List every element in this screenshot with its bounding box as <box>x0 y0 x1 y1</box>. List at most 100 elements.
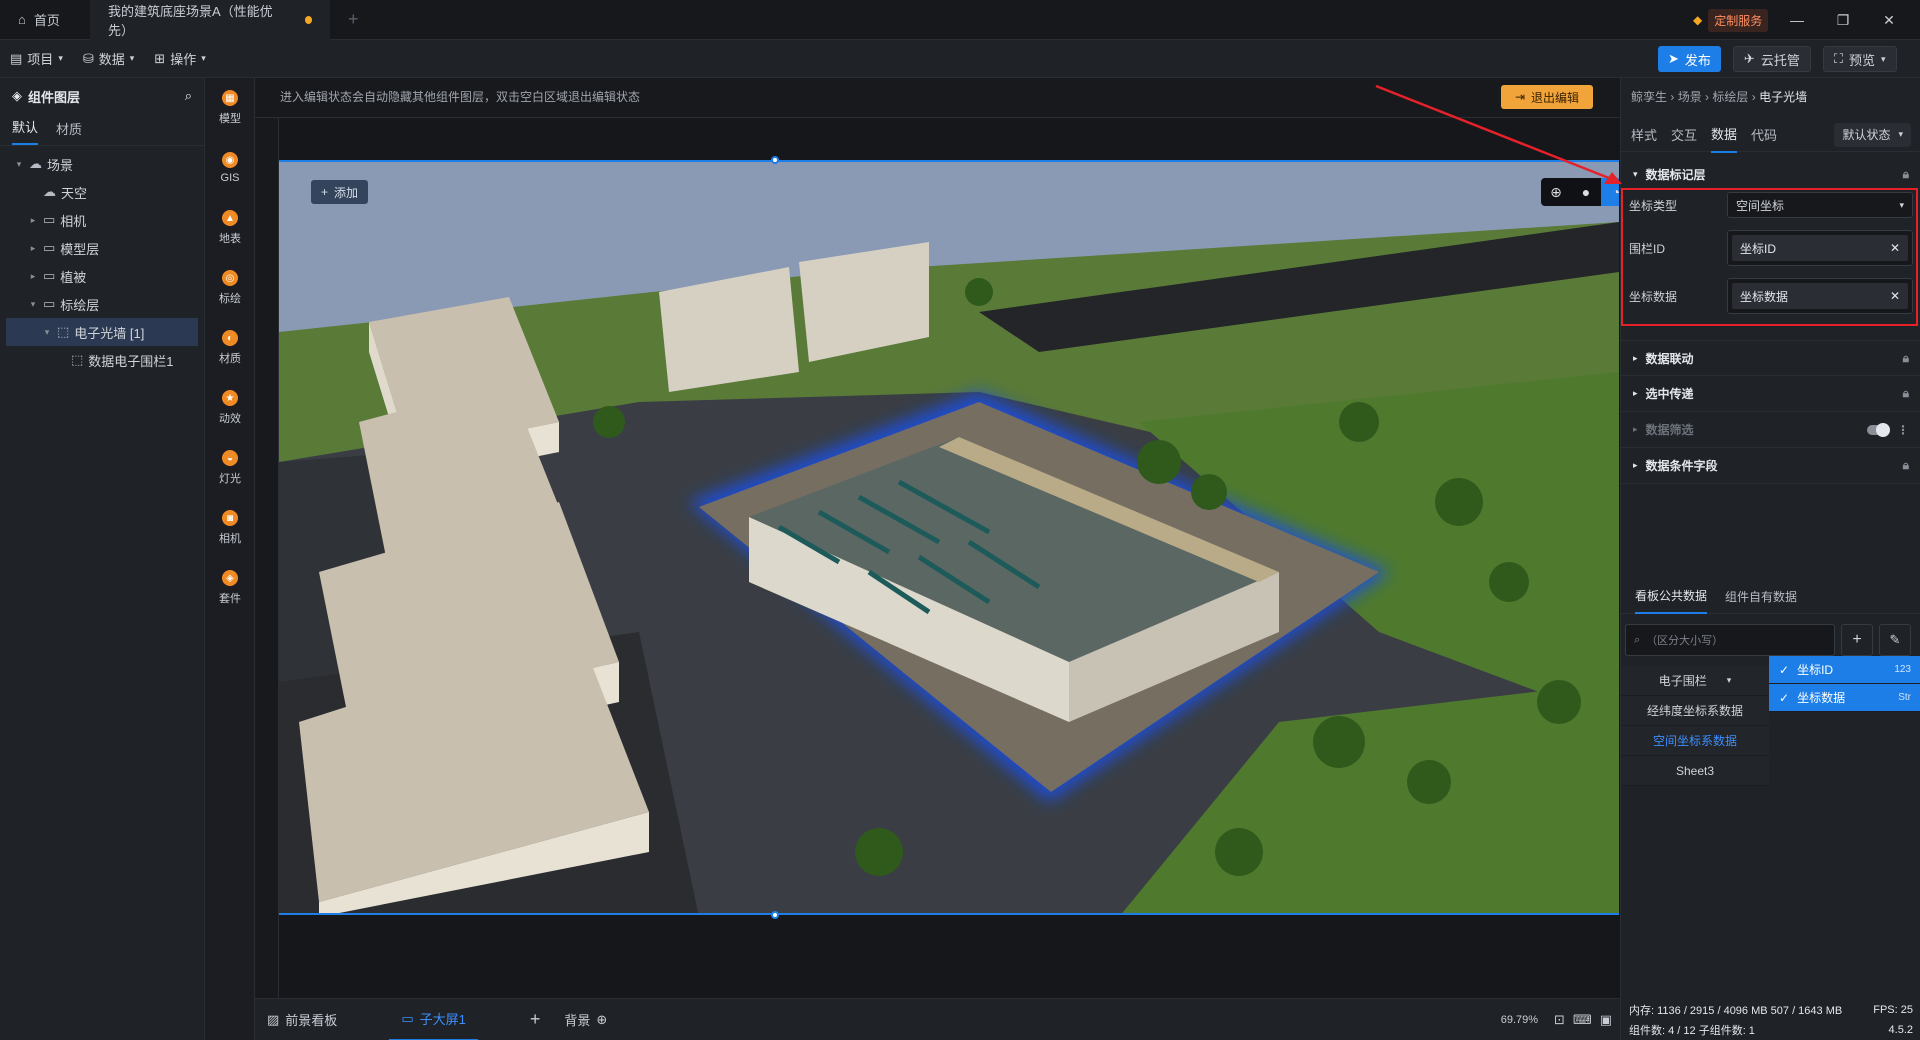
tree-item[interactable]: ⬚ 数据电子围栏1 <box>6 346 198 374</box>
tab-style[interactable]: 样式 <box>1631 117 1657 152</box>
3d-scene-viewport[interactable]: + 添加 ⊕ ● ◔ <box>279 160 1619 915</box>
add-button[interactable]: + 添加 <box>311 180 369 204</box>
menu-operation[interactable]: ⊞ 操作 ▾ <box>144 40 215 78</box>
tool-model[interactable]: ▦ 模型 <box>205 78 255 138</box>
tab-home[interactable]: ⌂ 首页 <box>0 0 90 40</box>
tab-background[interactable]: 背景 ⊕ <box>552 999 619 1040</box>
new-tab-button[interactable]: + <box>330 0 377 40</box>
tool-surface[interactable]: ▲ 地表 <box>205 198 255 258</box>
add-data-button[interactable]: + <box>1841 624 1873 656</box>
data-source-item[interactable]: 经纬度坐标系数据 <box>1621 696 1769 726</box>
data-source-tabs: 看板公共数据 组件自有数据 <box>1621 580 1920 614</box>
resize-handle-top[interactable] <box>771 156 779 164</box>
minimize-icon[interactable]: — <box>1774 0 1820 40</box>
tree-item[interactable]: ▸ ▭ 相机 <box>6 206 198 234</box>
data-field-type: Str <box>1898 692 1911 703</box>
data-source-item[interactable]: Sheet3 <box>1621 756 1769 786</box>
tool-light[interactable]: ◒ 灯光 <box>205 438 255 498</box>
tree-item[interactable]: ▸ ▭ 模型层 <box>6 234 198 262</box>
lock-icon[interactable]: 🔒︎ <box>1903 351 1909 366</box>
tab-sub-screen[interactable]: ▭ 子大屏1 <box>389 999 478 1040</box>
tool-label: 动效 <box>219 413 241 425</box>
caret-icon[interactable]: ▾ <box>14 159 24 170</box>
tool-plot[interactable]: ◎ 标绘 <box>205 258 255 318</box>
fence-icon: ⬚ <box>57 324 70 339</box>
window-controls: — ❐ ✕ <box>1774 0 1912 40</box>
lock-icon[interactable]: 🔒︎ <box>1903 386 1909 401</box>
tree-item[interactable]: ▾ ▭ 标绘层 <box>6 290 198 318</box>
more-icon[interactable]: ⋮ <box>1897 423 1909 437</box>
caret-icon[interactable]: ▾ <box>42 327 52 338</box>
data-field-item[interactable]: ✓ 坐标ID 123 <box>1769 656 1920 684</box>
caret-icon[interactable]: ▾ <box>28 299 38 310</box>
menu-project[interactable]: ▤ 项目 ▾ <box>0 40 73 78</box>
caret-icon[interactable]: ▸ <box>28 215 38 226</box>
data-search-input[interactable]: ⌕ （区分大小写） <box>1625 624 1835 656</box>
send-icon: ➤ <box>1668 51 1679 66</box>
tab-interaction[interactable]: 交互 <box>1671 117 1697 152</box>
lock-icon[interactable]: 🔒︎ <box>1903 167 1909 182</box>
tab-component-own-data[interactable]: 组件自有数据 <box>1725 580 1797 613</box>
data-field-item[interactable]: ✓ 坐标数据 Str <box>1769 684 1920 712</box>
section-data-filter[interactable]: ▸ 数据筛选 ⋮ <box>1621 412 1920 448</box>
caret-icon[interactable]: ▸ <box>28 271 38 282</box>
breadcrumb-item[interactable]: 标绘层 <box>1712 90 1748 104</box>
close-icon[interactable]: ✕ <box>1866 0 1912 40</box>
front-board-label: 前景看板 <box>285 1013 338 1028</box>
effect-icon: ★ <box>222 390 238 406</box>
publish-button[interactable]: ➤ 发布 <box>1658 46 1721 72</box>
tool-camera[interactable]: ◙ 相机 <box>205 498 255 558</box>
tab-default[interactable]: 默认 <box>12 117 39 145</box>
menu-operation-label: 操作 <box>170 52 197 67</box>
tab-project[interactable]: 我的建筑底座场景A（性能优先） <box>90 0 330 40</box>
toggle-switch[interactable] <box>1867 422 1890 437</box>
tool-kit[interactable]: ◈ 套件 <box>205 558 255 618</box>
keyboard-icon[interactable]: ⌨ <box>1569 999 1596 1040</box>
caret-icon[interactable]: ▸ <box>28 243 38 254</box>
lock-icon[interactable]: 🔒︎ <box>1903 458 1909 473</box>
tool-label: 材质 <box>219 353 241 365</box>
chevron-down-icon: ▾ <box>1898 129 1903 139</box>
tool-strip: ▦ 模型 ◉ GIS ▲ 地表 ◎ 标绘 ◐ 材质 ★ 动效 ◒ 灯光 ◙ 相机 ◈ 套件 <box>205 78 255 1040</box>
tool-label: 标绘 <box>219 293 241 305</box>
add-label: 添加 <box>334 185 359 200</box>
tree-item[interactable]: ☁ 天空 <box>6 178 198 206</box>
tab-board-public-data[interactable]: 看板公共数据 <box>1635 579 1708 614</box>
tab-front-board[interactable]: ▨ 前景看板 <box>255 999 349 1040</box>
terminal-icon[interactable]: ▣ <box>1596 999 1620 1040</box>
menu-data[interactable]: ⛁ 数据 ▾ <box>73 40 144 78</box>
cloud-host-button[interactable]: ✈ 云托管 <box>1732 46 1811 72</box>
fit-screen-icon[interactable]: ⊡ <box>1550 999 1569 1040</box>
section-select-pass[interactable]: ▸ 选中传递 🔒︎ <box>1621 376 1920 412</box>
service-icon: ◆ <box>1693 13 1703 27</box>
data-source-item[interactable]: 电子围栏 ▾ <box>1621 666 1769 696</box>
state-dropdown[interactable]: 默认状态 ▾ <box>1834 122 1911 147</box>
section-data-link[interactable]: ▸ 数据联动 🔒︎ <box>1621 340 1920 376</box>
search-icon[interactable]: ⌕ <box>185 88 192 104</box>
tool-material[interactable]: ◐ 材质 <box>205 318 255 378</box>
restore-icon[interactable]: ❐ <box>1820 0 1866 40</box>
tool-effect[interactable]: ★ 动效 <box>205 378 255 438</box>
data-source-item[interactable]: 空间坐标系数据 <box>1621 726 1769 756</box>
unsaved-dot-icon <box>304 15 312 24</box>
tab-data[interactable]: 数据 <box>1711 116 1738 153</box>
section-data-cond[interactable]: ▸ 数据条件字段 🔒︎ <box>1621 448 1920 484</box>
tool-gis[interactable]: ◉ GIS <box>205 138 255 198</box>
tree-item[interactable]: ▸ ▭ 植被 <box>6 262 198 290</box>
tab-material[interactable]: 材质 <box>56 119 82 145</box>
section-data-layer[interactable]: ▾ 数据标记层 🔒︎ <box>1621 156 1920 192</box>
tool-label: 模型 <box>219 113 241 125</box>
tab-code[interactable]: 代码 <box>1751 117 1777 152</box>
tree-item[interactable]: ▾ ☁ 场景 <box>6 150 198 178</box>
edit-icon[interactable]: ✎ <box>1879 624 1911 656</box>
tree-item[interactable]: ▾ ⬚ 电子光墙 [1] <box>6 318 198 346</box>
preview-button[interactable]: ⛶ 预览 ▾ <box>1822 46 1897 72</box>
zoom-level[interactable]: 69.79% <box>1489 999 1550 1040</box>
breadcrumb-item[interactable]: 场景 <box>1678 90 1702 104</box>
custom-service-button[interactable]: ◆ 定制服务 <box>1685 8 1776 32</box>
add-screen-button[interactable]: + <box>518 999 553 1040</box>
tool-label: 地表 <box>219 233 241 245</box>
breadcrumb-item[interactable]: 鲸孪生 <box>1631 90 1667 104</box>
resize-handle-bottom[interactable] <box>771 911 779 919</box>
custom-service-label: 定制服务 <box>1708 8 1769 32</box>
